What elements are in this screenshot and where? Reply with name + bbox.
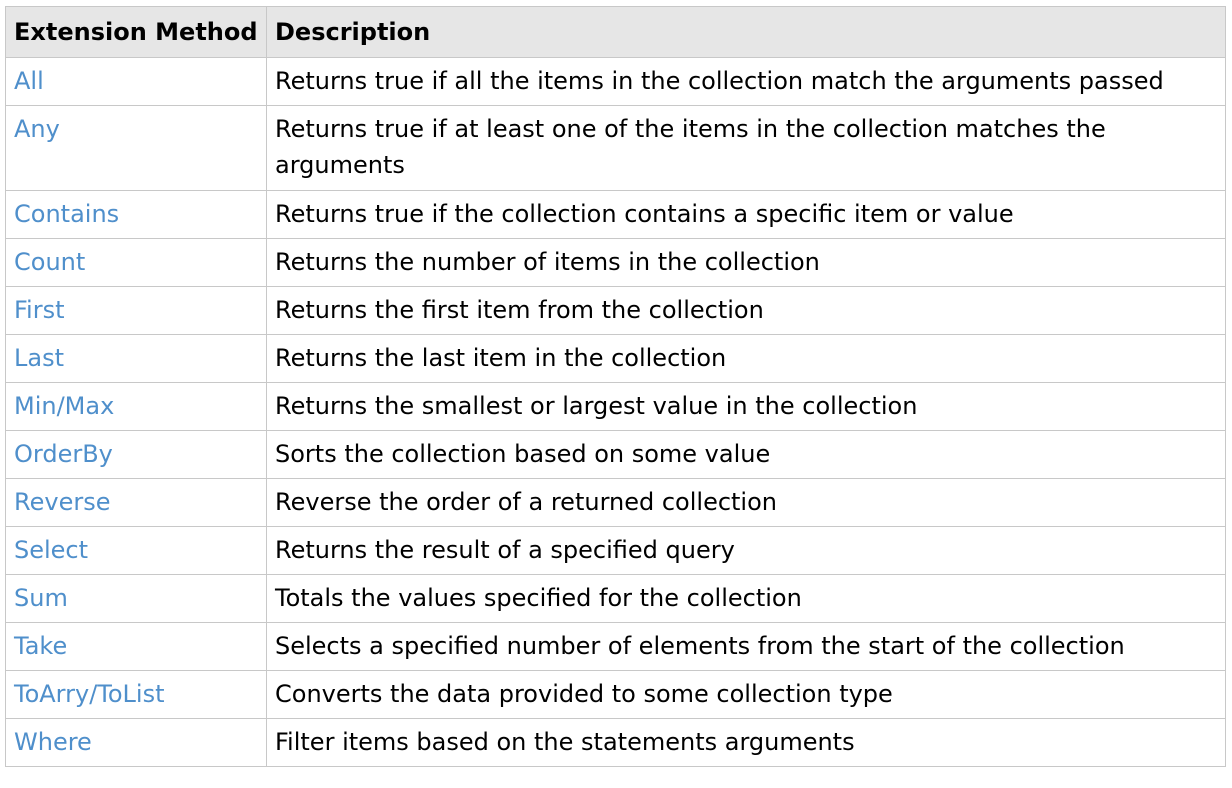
method-name[interactable]: Select xyxy=(5,526,267,575)
method-name[interactable]: First xyxy=(5,286,267,335)
method-description: Filter items based on the statements arg… xyxy=(266,718,1226,767)
table-row: Reverse Reverse the order of a returned … xyxy=(5,478,1226,527)
method-name[interactable]: Sum xyxy=(5,574,267,623)
header-description: Description xyxy=(266,6,1226,58)
method-name[interactable]: Last xyxy=(5,334,267,383)
method-name[interactable]: Min/Max xyxy=(5,382,267,431)
table-row: Count Returns the number of items in the… xyxy=(5,238,1226,287)
method-description: Converts the data provided to some colle… xyxy=(266,670,1226,719)
method-description: Selects a specified number of elements f… xyxy=(266,622,1226,671)
method-description: Returns the smallest or largest value in… xyxy=(266,382,1226,431)
method-name[interactable]: Count xyxy=(5,238,267,287)
method-name[interactable]: Where xyxy=(5,718,267,767)
method-name[interactable]: ToArry/ToList xyxy=(5,670,267,719)
table-row: Select Returns the result of a specified… xyxy=(5,526,1226,575)
method-name[interactable]: Reverse xyxy=(5,478,267,527)
method-name[interactable]: All xyxy=(5,57,267,106)
method-description: Returns the number of items in the colle… xyxy=(266,238,1226,287)
table-row: Contains Returns true if the collection … xyxy=(5,190,1226,239)
table-row: Any Returns true if at least one of the … xyxy=(5,105,1226,191)
header-row: Extension Method Description xyxy=(5,6,1226,58)
method-description: Reverse the order of a returned collecti… xyxy=(266,478,1226,527)
table-row: Sum Totals the values specified for the … xyxy=(5,574,1226,623)
method-description: Returns true if the collection contains … xyxy=(266,190,1226,239)
method-name[interactable]: OrderBy xyxy=(5,430,267,479)
table-row: First Returns the first item from the co… xyxy=(5,286,1226,335)
table-row: All Returns true if all the items in the… xyxy=(5,57,1226,106)
table-header: Extension Method Description xyxy=(5,6,1226,58)
header-extension-method: Extension Method xyxy=(5,6,267,58)
method-name[interactable]: Any xyxy=(5,105,267,191)
method-name[interactable]: Take xyxy=(5,622,267,671)
method-description: Returns true if at least one of the item… xyxy=(266,105,1226,191)
table-row: Last Returns the last item in the collec… xyxy=(5,334,1226,383)
table-row: OrderBy Sorts the collection based on so… xyxy=(5,430,1226,479)
table-row: Min/Max Returns the smallest or largest … xyxy=(5,382,1226,431)
table-row: Take Selects a specified number of eleme… xyxy=(5,622,1226,671)
method-description: Returns the result of a specified query xyxy=(266,526,1226,575)
method-description: Returns the first item from the collecti… xyxy=(266,286,1226,335)
method-description: Sorts the collection based on some value xyxy=(266,430,1226,479)
table-body: All Returns true if all the items in the… xyxy=(5,57,1226,767)
table-row: Where Filter items based on the statemen… xyxy=(5,718,1226,767)
method-description: Returns true if all the items in the col… xyxy=(266,57,1226,106)
method-name[interactable]: Contains xyxy=(5,190,267,239)
method-description: Returns the last item in the collection xyxy=(266,334,1226,383)
method-description: Totals the values specified for the coll… xyxy=(266,574,1226,623)
table-row: ToArry/ToList Converts the data provided… xyxy=(5,670,1226,719)
extension-methods-table: Extension Method Description All Returns… xyxy=(5,6,1226,767)
